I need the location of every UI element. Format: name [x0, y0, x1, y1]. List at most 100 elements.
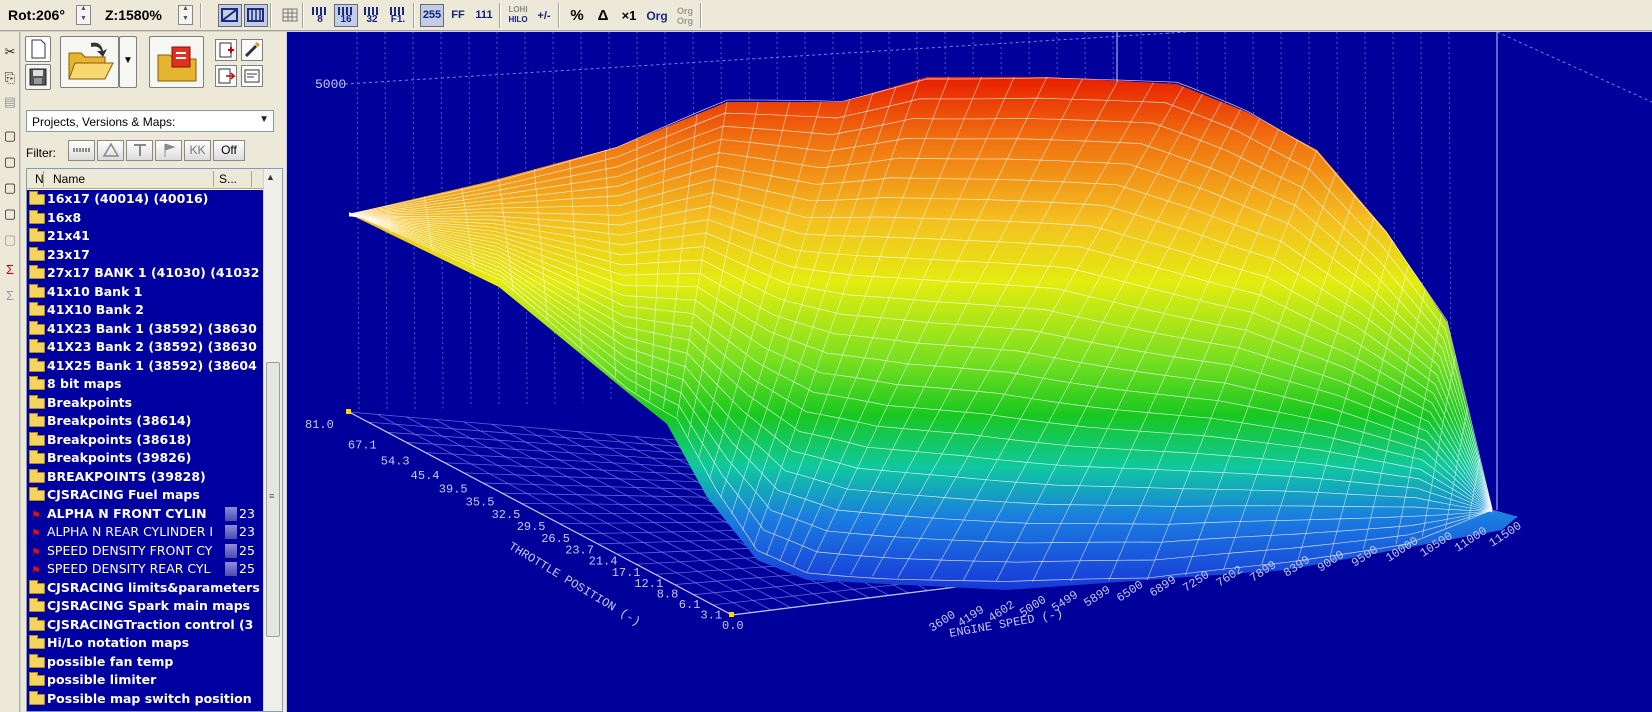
- add-version-icon: [219, 42, 234, 58]
- item-label: 21x41: [47, 228, 90, 243]
- res-float-button[interactable]: F1.: [386, 4, 410, 27]
- res-8-button[interactable]: 8: [308, 4, 332, 27]
- cut-icon[interactable]: ✂: [2, 44, 18, 60]
- item-label: 27x17 BANK 1 (41030) (41032: [47, 265, 260, 280]
- checksum-icon[interactable]: Σ: [2, 262, 18, 278]
- sign-button[interactable]: +/-: [532, 4, 556, 27]
- factor-button[interactable]: ×1: [617, 4, 641, 27]
- folder-item[interactable]: CJSRACING Spark main maps: [27, 597, 263, 616]
- open-project-button[interactable]: [60, 36, 119, 88]
- format-binary-button[interactable]: 111: [472, 4, 496, 27]
- filter-flag-button[interactable]: [155, 140, 182, 161]
- separator: [200, 3, 202, 28]
- folder-item[interactable]: 8 bit maps: [27, 375, 263, 394]
- new-file-button[interactable]: [25, 36, 51, 62]
- filter-bits-button[interactable]: [68, 140, 95, 161]
- folder-item[interactable]: CJSRACING Fuel maps: [27, 486, 263, 505]
- zoom-spinner[interactable]: [178, 5, 193, 25]
- folder-item[interactable]: BREAKPOINTS (39828): [27, 468, 263, 487]
- throttle-tick: 39.5: [439, 482, 468, 496]
- folder-item[interactable]: 16x8: [27, 209, 263, 228]
- surface-mesh: [348, 76, 1517, 590]
- folder-item[interactable]: possible limiter: [27, 671, 263, 690]
- export-button[interactable]: [215, 65, 237, 87]
- folder-item[interactable]: 41X23 Bank 1 (38592) (38630: [27, 320, 263, 339]
- folder-icon: [29, 394, 45, 409]
- filter-delta-button[interactable]: [97, 140, 124, 161]
- map-item[interactable]: ⚑ SPEED DENSITY REAR CYL 25: [27, 560, 263, 579]
- scroll-up-icon[interactable]: ▲: [266, 172, 275, 182]
- folder-item[interactable]: 41X23 Bank 2 (38592) (38630: [27, 338, 263, 357]
- folder-item[interactable]: 21x41: [27, 227, 263, 246]
- res-32-button[interactable]: 32: [360, 4, 384, 27]
- throttle-tick: 8.8: [657, 588, 679, 602]
- res-16-button[interactable]: 16: [334, 4, 358, 27]
- format-ff-button[interactable]: FF: [446, 4, 470, 27]
- undo-icon[interactable]: ▢: [2, 232, 18, 248]
- properties-button[interactable]: [241, 65, 263, 87]
- original-button[interactable]: Org: [645, 4, 669, 27]
- folder-item[interactable]: Breakpoints: [27, 394, 263, 413]
- grid-icon[interactable]: [278, 4, 302, 27]
- multiply-icon[interactable]: ▢: [2, 180, 18, 196]
- add-version-button[interactable]: [215, 39, 237, 61]
- filter-text-button[interactable]: [126, 140, 153, 161]
- map-item[interactable]: ⚑ SPEED DENSITY FRONT CY 25: [27, 541, 263, 560]
- folder-item[interactable]: 41X10 Bank 2: [27, 301, 263, 320]
- folder-item[interactable]: Breakpoints (38618): [27, 431, 263, 450]
- filter-off-button[interactable]: Off: [213, 140, 245, 161]
- view-2d-icon: [247, 8, 264, 22]
- new-file-icon: [31, 39, 46, 59]
- percent-button[interactable]: %: [565, 4, 589, 27]
- folder-item[interactable]: Hi/Lo notation maps: [27, 634, 263, 653]
- item-label: 41x10 Bank 1: [47, 283, 143, 299]
- open-dropdown-button[interactable]: ▼: [119, 36, 137, 88]
- map-3d-view[interactable]: 5000 81.0 67.1 54.3 45.4 39.5 35.5 32.5 29.5 26.…: [287, 32, 1652, 712]
- folder-item[interactable]: Breakpoints (39826): [27, 449, 263, 468]
- folder-item[interactable]: 16x17 (40014) (40016): [27, 190, 263, 209]
- folder-item[interactable]: 41X25 Bank 1 (38592) (38604: [27, 357, 263, 376]
- z-axis-tick: 5000: [315, 77, 346, 92]
- folder-item[interactable]: CJSRACING limits&parameters: [27, 579, 263, 598]
- item-label: 16x17 (40014) (40016): [47, 191, 209, 206]
- folder-icon: [29, 487, 45, 501]
- save-button[interactable]: [25, 64, 51, 90]
- delete-row-icon[interactable]: ▢: [2, 154, 18, 170]
- throttle-tick: 35.5: [466, 495, 495, 509]
- folder-item[interactable]: Possible map switch position: [27, 690, 263, 709]
- rotation-spinner[interactable]: [76, 5, 91, 25]
- view-3d-button[interactable]: [218, 4, 242, 27]
- item-label: Breakpoints (38618): [47, 431, 192, 447]
- paste-icon[interactable]: ▤: [2, 94, 18, 110]
- map-item[interactable]: ⚑ ALPHA N FRONT CYLIN 23: [27, 504, 263, 523]
- format-255-button[interactable]: 255: [420, 4, 444, 27]
- folder-icon: [29, 191, 45, 205]
- item-label: CJSRACING Spark main maps: [47, 598, 251, 613]
- res-float-label: F1.: [390, 14, 406, 25]
- column-name[interactable]: Name: [53, 172, 85, 186]
- insert-row-icon[interactable]: ▢: [2, 128, 18, 144]
- tools-button[interactable]: [241, 39, 263, 61]
- folder-item[interactable]: possible fan temp: [27, 653, 263, 672]
- projects-combo[interactable]: Projects, Versions & Maps: ▼: [26, 110, 274, 132]
- folder-item[interactable]: 41x10 Bank 1: [27, 283, 263, 302]
- text-icon: [133, 144, 146, 156]
- map-item[interactable]: ⚑ ALPHA N REAR CYLINDER I 23: [27, 523, 263, 542]
- view-2d-button[interactable]: [244, 4, 268, 27]
- original-compare-button[interactable]: Org Org: [673, 4, 697, 27]
- import-button[interactable]: [149, 36, 204, 88]
- delta-button[interactable]: Δ: [591, 4, 615, 27]
- folder-icon: [29, 413, 45, 427]
- folder-item[interactable]: Breakpoints (38614): [27, 412, 263, 431]
- folder-item[interactable]: 23x17: [27, 246, 263, 265]
- throttle-tick: 0.0: [722, 619, 744, 633]
- sum-icon[interactable]: Σ: [2, 288, 18, 304]
- column-size[interactable]: S...: [219, 172, 237, 186]
- copy-icon[interactable]: ⎘: [2, 70, 18, 86]
- divide-icon[interactable]: ▢: [2, 206, 18, 222]
- folder-item[interactable]: CJSRACINGTraction control (3: [27, 616, 263, 635]
- filter-kk-button[interactable]: KK: [184, 140, 211, 161]
- list-scrollbar[interactable]: ▲ ≡: [263, 169, 282, 711]
- folder-item[interactable]: 27x17 BANK 1 (41030) (41032: [27, 264, 263, 283]
- hilo-button[interactable]: LOHI HILO: [506, 4, 530, 27]
